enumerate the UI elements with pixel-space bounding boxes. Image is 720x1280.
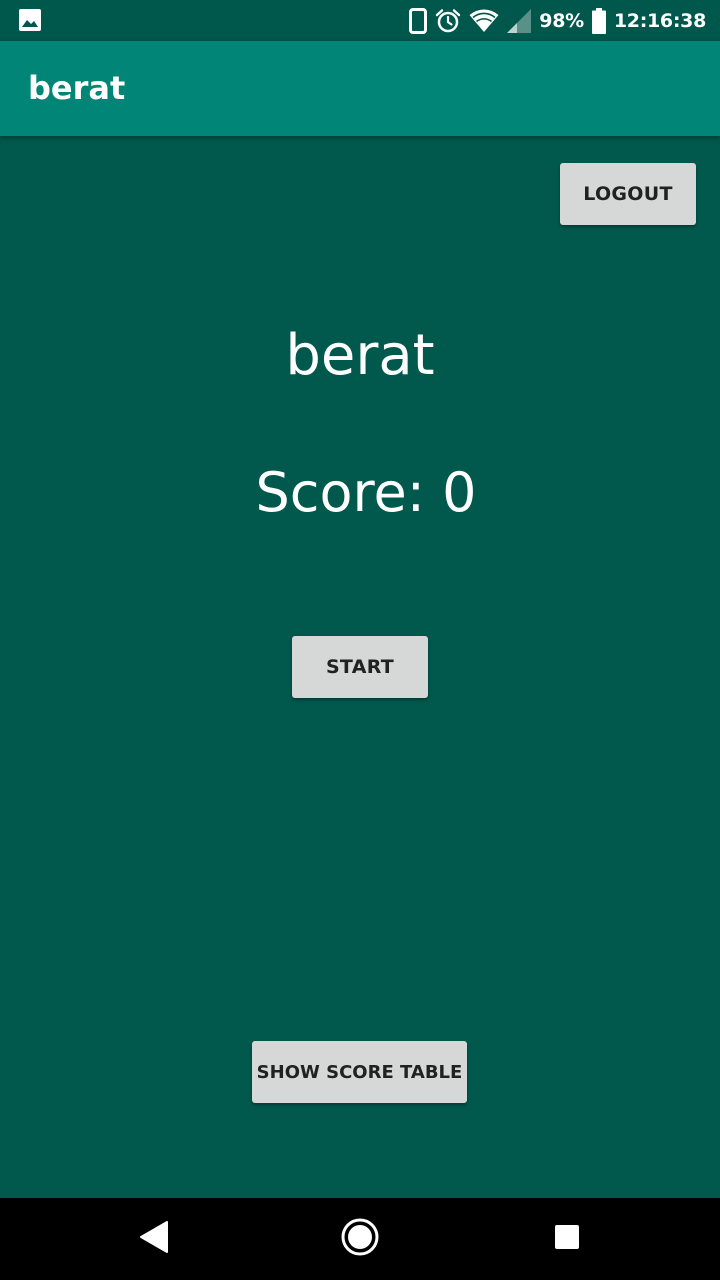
navigation-bar — [0, 1198, 720, 1280]
cell-signal-icon — [507, 8, 532, 33]
app-bar-title: berat — [28, 69, 126, 107]
home-icon — [340, 1217, 380, 1262]
battery-icon — [591, 7, 606, 34]
recents-icon — [554, 1224, 580, 1255]
back-icon — [139, 1220, 169, 1259]
status-bar: 98% 12:16:38 — [0, 0, 720, 41]
alarm-icon — [435, 8, 461, 34]
battery-percent: 98% — [539, 9, 584, 32]
main-content: LOGOUT berat Score: 0 START SHOW SCORE T… — [0, 136, 720, 1198]
clock: 12:16:38 — [613, 9, 706, 32]
back-button[interactable] — [94, 1198, 214, 1280]
phone-icon — [409, 7, 428, 34]
score-label: Score: 0 — [255, 461, 477, 524]
app-bar: berat — [0, 41, 720, 136]
status-icons: 98% 12:16:38 — [409, 0, 706, 41]
start-button[interactable]: START — [292, 636, 428, 698]
logout-button[interactable]: LOGOUT — [560, 163, 696, 225]
home-button[interactable] — [300, 1198, 420, 1280]
gallery-icon — [19, 9, 41, 31]
recents-button[interactable] — [507, 1198, 627, 1280]
show-score-table-button[interactable]: SHOW SCORE TABLE — [252, 1041, 467, 1103]
wifi-icon — [469, 9, 499, 33]
username-label: berat — [285, 323, 435, 388]
